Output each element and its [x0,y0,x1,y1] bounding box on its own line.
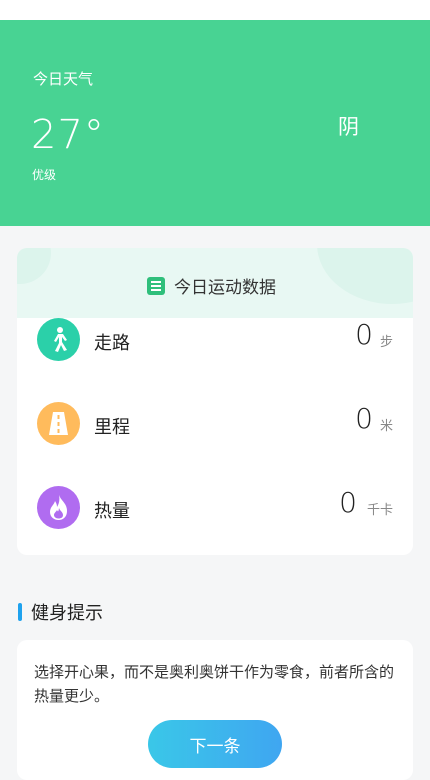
exercise-name: 热量 [94,501,130,522]
exercise-unit: 步 [379,335,393,350]
section-accent-bar [18,603,22,621]
exercise-card-header: 今日运动数据 [17,248,413,318]
exercise-card: 今日运动数据 走路 0 步 里程 0 米 热量 0 千卡 [17,248,413,555]
weather-condition: 阴 [338,115,359,139]
exercise-name: 里程 [94,417,130,438]
exercise-row-walk: 走路 0 步 [17,310,413,370]
exercise-title-wrap: 今日运动数据 [147,273,276,298]
exercise-value: 0 [339,486,357,519]
temperature: 27° [31,112,105,158]
exercise-unit: 米 [379,419,393,434]
exercise-unit: 千卡 [366,503,393,518]
fitness-tip-card: 选择开心果，而不是奥利奥饼干作为零食，前者所含的热量更少。 下一条 [17,640,413,780]
fitness-section-label: 健身提示 [31,603,103,624]
road-icon [37,402,80,445]
status-bar [0,0,430,22]
flame-icon [37,486,80,529]
exercise-title: 今日运动数据 [174,278,276,298]
exercise-name: 走路 [94,333,130,354]
list-icon [147,276,165,295]
exercise-value: 0 [355,402,373,435]
air-quality: 优级 [32,168,57,182]
exercise-row-distance: 里程 0 米 [17,394,413,454]
exercise-value: 0 [355,318,373,351]
weather-panel: 今日天气 27° 阴 优级 [0,20,430,226]
fitness-tip-text: 选择开心果，而不是奥利奥饼干作为零食，前者所含的热量更少。 [34,663,395,705]
exercise-row-calories: 热量 0 千卡 [17,478,413,538]
weather-label: 今日天气 [33,70,94,88]
next-tip-button[interactable]: 下一条 [148,720,282,768]
walking-person-icon [37,318,80,361]
fitness-section-title: 健身提示 [18,599,103,625]
